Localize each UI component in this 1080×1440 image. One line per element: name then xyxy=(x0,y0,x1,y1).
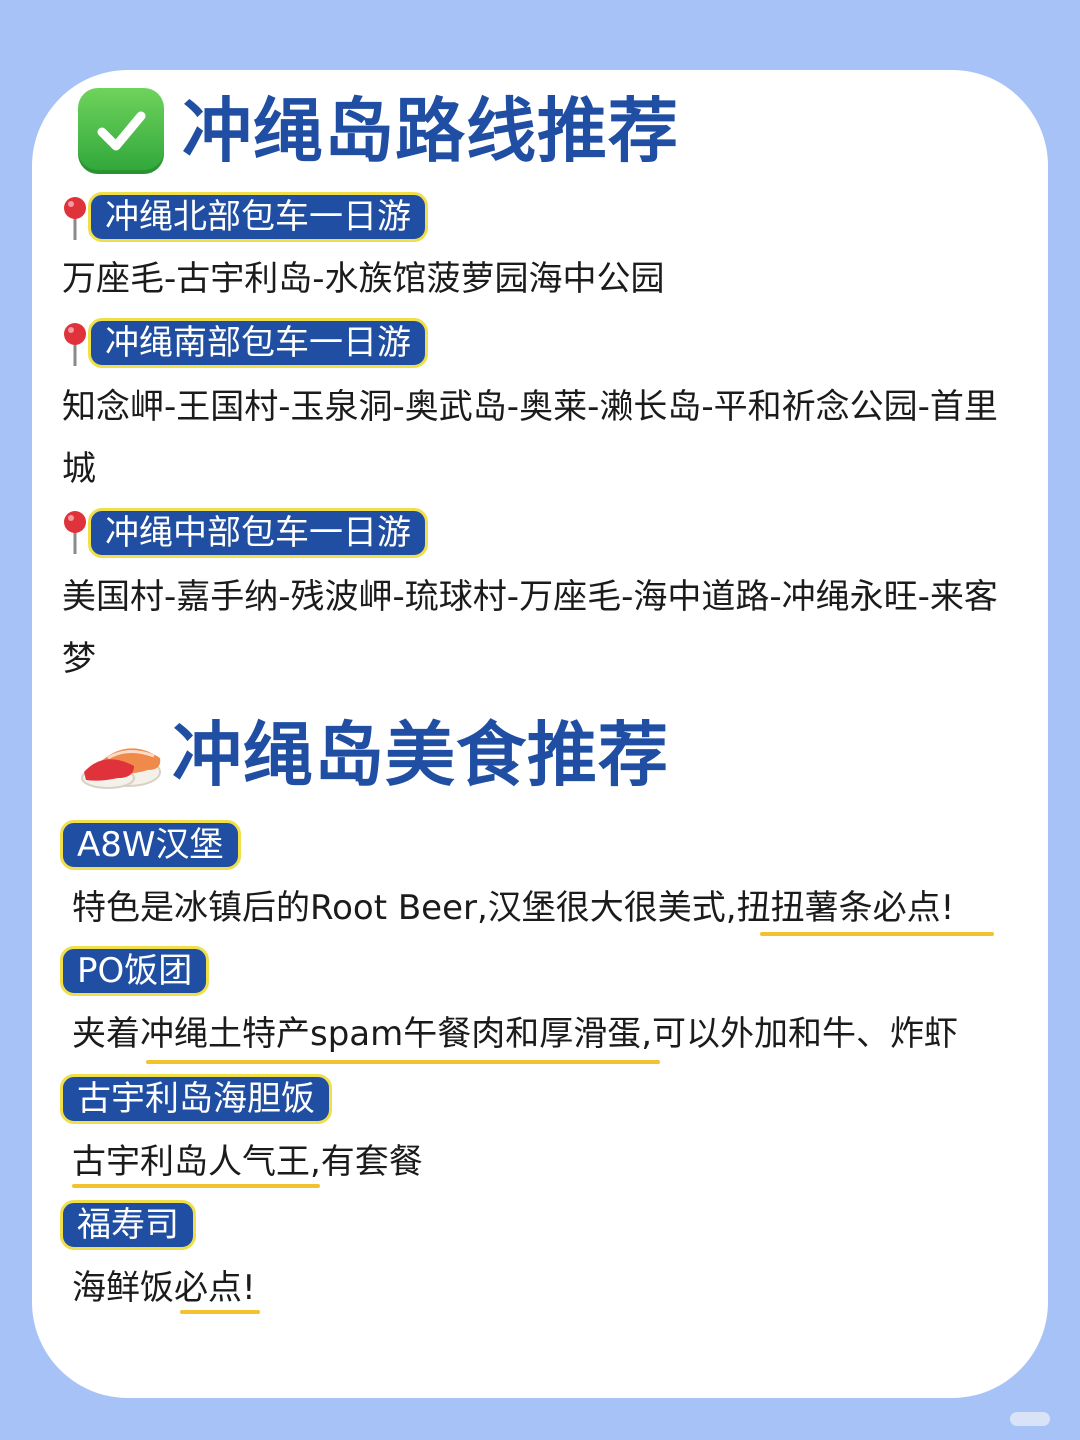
food-label-a8w: A8W汉堡 xyxy=(60,820,241,870)
watermark-logo xyxy=(1010,1412,1050,1426)
route-desc-south: 知念岬-王国村-玉泉洞-奥武岛-奥莱-濑长岛-平和祈念公园-首里城 xyxy=(62,387,998,489)
food-desc-fuku: 海鲜饭必点! xyxy=(72,1268,256,1308)
sushi-icon xyxy=(81,748,161,789)
food-section-title: 冲绳岛美食推荐 xyxy=(78,720,669,790)
route-desc-central: 美国村-嘉手纳-残波岬-琉球村-万座毛-海中道路-冲绳永旺-来客梦 xyxy=(62,577,998,679)
food-label-po: PO饭团 xyxy=(60,946,210,996)
check-mark-button-icon xyxy=(78,88,164,174)
highlight-underline xyxy=(760,932,994,936)
routes-title-text: 冲绳岛路线推荐 xyxy=(182,90,679,172)
route-desc-north: 万座毛-古宇利岛-水族馆菠萝园海中公园 xyxy=(62,259,665,299)
round-pushpin-icon xyxy=(64,511,86,554)
food-label-uni: 古宇利岛海胆饭 xyxy=(60,1074,332,1124)
round-pushpin-icon xyxy=(64,197,86,240)
highlight-underline xyxy=(180,1310,260,1314)
highlight-underline xyxy=(72,1184,320,1188)
food-label-fuku: 福寿司 xyxy=(60,1200,196,1250)
route-label-central: 冲绳中部包车一日游 xyxy=(88,508,428,558)
food-title-text: 冲绳岛美食推荐 xyxy=(172,714,669,796)
food-desc-po: 夹着冲绳土特产spam午餐肉和厚滑蛋,可以外加和牛、炸虾 xyxy=(72,1014,959,1054)
highlight-underline xyxy=(146,1060,660,1064)
food-desc-a8w: 特色是冰镇后的Root Beer,汉堡很大很美式,扭扭薯条必点! xyxy=(72,888,955,928)
route-label-north: 冲绳北部包车一日游 xyxy=(88,192,428,242)
route-label-south: 冲绳南部包车一日游 xyxy=(88,318,428,368)
round-pushpin-icon xyxy=(64,323,86,366)
food-desc-uni: 古宇利岛人气王,有套餐 xyxy=(72,1142,423,1182)
routes-section-title: 冲绳岛路线推荐 xyxy=(78,88,679,174)
